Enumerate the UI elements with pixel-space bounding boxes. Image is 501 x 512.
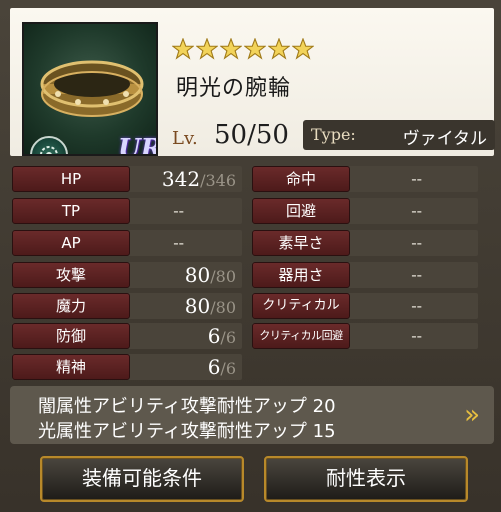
- stat-row-hp: HP 342/346: [12, 166, 242, 192]
- stat-label: クリティカル回避: [252, 323, 350, 349]
- stat-value: 80/80: [184, 263, 236, 287]
- equip-conditions-button[interactable]: 装備可能条件: [40, 456, 244, 502]
- level-label: Lv.: [172, 128, 198, 149]
- stat-row-spirit: 精神 6/6: [12, 354, 242, 380]
- chevron-right-icon[interactable]: »: [464, 400, 480, 430]
- star-icon: [172, 38, 194, 60]
- stat-value: --: [411, 169, 422, 188]
- stat-label: HP: [12, 166, 130, 192]
- stat-value: --: [411, 233, 422, 252]
- stat-label: 素早さ: [252, 230, 350, 256]
- rarity-badge: UR: [118, 134, 158, 156]
- stat-row-ap: AP --: [12, 230, 242, 256]
- star-icon: [292, 38, 314, 60]
- stat-row-accuracy: 命中 --: [252, 166, 478, 192]
- item-header: UR 明光の腕輪 Lv. 50/50 Type: ヴァイタル: [10, 8, 495, 156]
- stat-row-evasion: 回避 --: [252, 198, 478, 224]
- stat-value: --: [411, 296, 422, 315]
- stat-value: 342/346: [161, 167, 236, 191]
- stat-row-attack: 攻撃 80/80: [12, 262, 242, 288]
- stat-label: 回避: [252, 198, 350, 224]
- stat-value: 6/6: [207, 355, 236, 379]
- stat-value: --: [173, 233, 184, 252]
- stat-row-dexterity: 器用さ --: [252, 262, 478, 288]
- star-icon: [220, 38, 242, 60]
- stat-row-critical: クリティカル --: [252, 293, 478, 319]
- level-value: 50/50: [214, 120, 289, 150]
- equipment-detail-panel: UR 明光の腕輪 Lv. 50/50 Type: ヴァイタル HP 342/34…: [0, 0, 501, 512]
- type-label: Type:: [311, 125, 356, 144]
- stat-value: --: [411, 265, 422, 284]
- item-icon: UR: [22, 22, 158, 156]
- stat-row-defense: 防御 6/6: [12, 323, 242, 349]
- stat-value: --: [173, 201, 184, 220]
- stat-label: クリティカル: [252, 293, 350, 319]
- rarity-stars: [172, 38, 314, 64]
- bracelet-icon: [40, 60, 144, 117]
- stat-value: 6/6: [207, 324, 236, 348]
- resistance-display-button[interactable]: 耐性表示: [264, 456, 468, 502]
- stat-label: 命中: [252, 166, 350, 192]
- stat-label: TP: [12, 198, 130, 224]
- stat-label: 防御: [12, 323, 130, 349]
- stat-value: 80/80: [184, 294, 236, 318]
- star-icon: [268, 38, 290, 60]
- stat-value: --: [411, 201, 422, 220]
- stat-row-speed: 素早さ --: [252, 230, 478, 256]
- star-icon: [196, 38, 218, 60]
- star-icon: [244, 38, 266, 60]
- item-name: 明光の腕輪: [176, 76, 292, 101]
- stat-row-tp: TP --: [12, 198, 242, 224]
- stat-row-critical-evasion: クリティカル回避 --: [252, 323, 478, 349]
- type-box: Type: ヴァイタル: [303, 120, 495, 150]
- stat-value: --: [411, 326, 422, 345]
- ability-line: 光属性アビリティ攻撃耐性アップ 15: [38, 421, 336, 442]
- stat-label: 攻撃: [12, 262, 130, 288]
- element-icon: [30, 136, 68, 154]
- stat-label: AP: [12, 230, 130, 256]
- ability-list[interactable]: 闇属性アビリティ攻撃耐性アップ 20 光属性アビリティ攻撃耐性アップ 15 »: [10, 386, 494, 444]
- stat-label: 魔力: [12, 293, 130, 319]
- stat-label: 精神: [12, 354, 130, 380]
- type-value: ヴァイタル: [402, 129, 487, 149]
- stat-label: 器用さ: [252, 262, 350, 288]
- stat-row-magic: 魔力 80/80: [12, 293, 242, 319]
- ability-line: 闇属性アビリティ攻撃耐性アップ 20: [38, 396, 336, 417]
